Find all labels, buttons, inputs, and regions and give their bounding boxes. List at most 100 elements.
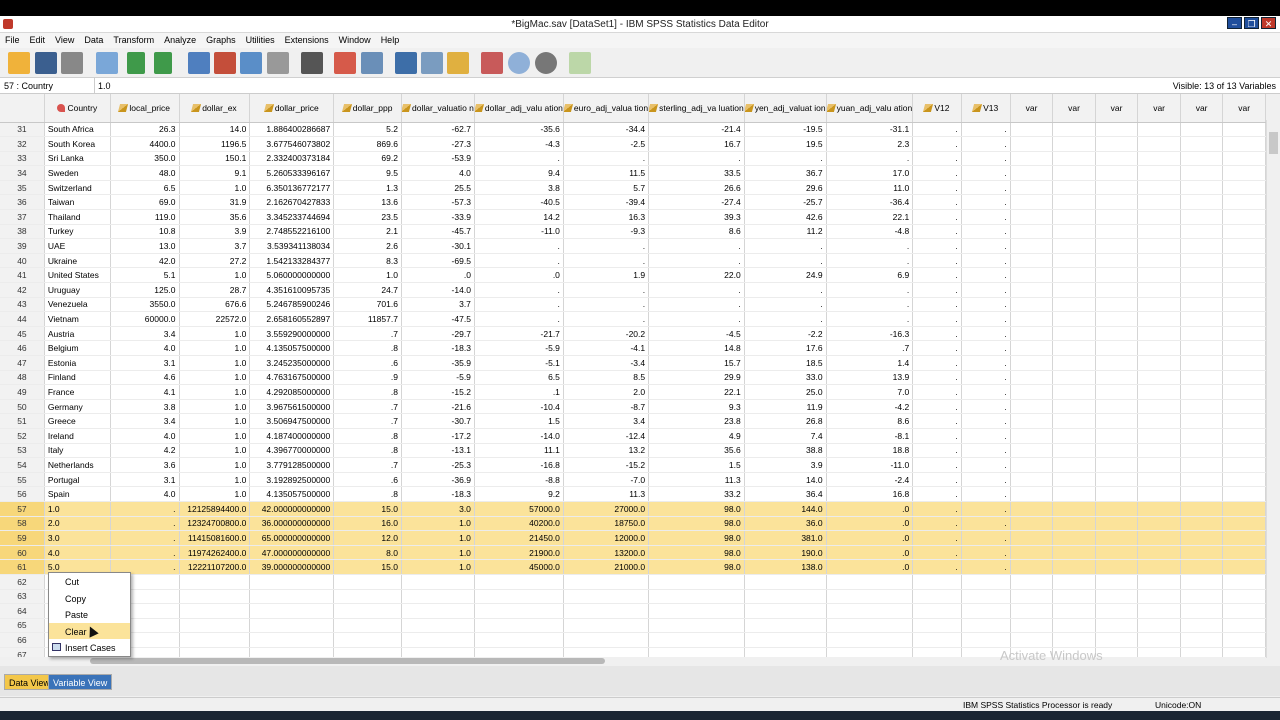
minimize-icon[interactable]: –	[1227, 17, 1242, 29]
data-cell[interactable]: .	[912, 224, 962, 240]
column-header-var[interactable]: var	[1010, 94, 1054, 123]
data-cell[interactable]: -16.8	[474, 457, 564, 473]
data-cell[interactable]	[1180, 632, 1224, 648]
data-cell[interactable]	[1052, 559, 1096, 575]
data-cell[interactable]	[1180, 516, 1224, 532]
data-cell[interactable]	[1010, 603, 1054, 619]
data-cell[interactable]: 4.763167500000	[249, 370, 335, 386]
data-cell[interactable]: Sri Lanka	[44, 151, 111, 167]
data-cell[interactable]: 2.162670427833	[249, 194, 335, 211]
select-cases-icon[interactable]	[447, 52, 469, 74]
data-cell[interactable]	[1095, 632, 1139, 648]
column-header-local-price[interactable]: local_price	[110, 94, 180, 123]
data-cell[interactable]: 1.0	[401, 559, 475, 575]
data-cell[interactable]: 29.9	[648, 370, 745, 386]
data-cell[interactable]: .	[961, 530, 1011, 546]
data-cell[interactable]: -18.3	[401, 340, 475, 356]
data-cell[interactable]: .	[912, 194, 962, 211]
data-cell[interactable]	[1222, 224, 1266, 240]
data-cell[interactable]: 4.351610095735	[249, 282, 335, 298]
data-cell[interactable]: .	[912, 355, 962, 371]
row-number[interactable]: 65	[0, 618, 45, 634]
data-cell[interactable]: .	[961, 136, 1011, 152]
data-cell[interactable]	[1222, 501, 1266, 517]
data-cell[interactable]	[333, 603, 402, 619]
data-cell[interactable]	[744, 603, 827, 619]
data-cell[interactable]	[401, 574, 475, 590]
data-cell[interactable]: .7	[333, 457, 402, 473]
data-cell[interactable]: -4.2	[826, 399, 914, 415]
data-cell[interactable]: .	[961, 559, 1011, 575]
data-cell[interactable]	[1052, 486, 1096, 502]
data-cell[interactable]: 23.8	[648, 413, 745, 429]
table-row[interactable]: 48 Finland 4.6 1.0 4.763167500000.9 -5.9 6.5 8.…	[0, 370, 1266, 386]
data-cell[interactable]: 8.6	[826, 413, 914, 429]
table-row[interactable]: 45 Austria 3.4 1.0 3.559290000000.7 -29.7 -21.…	[0, 326, 1266, 342]
data-cell[interactable]: -69.5	[401, 253, 475, 269]
menu-file[interactable]: File	[0, 33, 25, 47]
data-cell[interactable]: 1.0	[179, 355, 251, 371]
column-header-dollar-adj-valuation[interactable]: dollar_adj_valu ation	[474, 94, 564, 123]
data-cell[interactable]	[1095, 238, 1139, 254]
data-cell[interactable]: -31.1	[826, 122, 914, 138]
data-cell[interactable]: .	[961, 180, 1011, 196]
data-cell[interactable]: -2.5	[563, 136, 650, 152]
data-cell[interactable]	[1052, 428, 1096, 444]
data-cell[interactable]	[1010, 413, 1054, 429]
column-header-v13[interactable]: V13	[961, 94, 1011, 123]
data-cell[interactable]	[1137, 413, 1181, 429]
data-cell[interactable]: 24.7	[333, 282, 402, 298]
data-cell[interactable]	[1010, 253, 1054, 269]
data-cell[interactable]	[1137, 603, 1181, 619]
row-number[interactable]: 51	[0, 413, 45, 429]
data-cell[interactable]	[1052, 165, 1096, 181]
data-cell[interactable]: 98.0	[648, 530, 745, 546]
data-cell[interactable]: 4.135057500000	[249, 340, 335, 356]
data-cell[interactable]	[826, 603, 914, 619]
data-cell[interactable]: Netherlands	[44, 457, 111, 473]
data-cell[interactable]: .	[648, 253, 745, 269]
data-cell[interactable]	[1222, 589, 1266, 605]
weight-cases-icon[interactable]	[421, 52, 443, 74]
data-cell[interactable]: .	[648, 238, 745, 254]
data-cell[interactable]	[1222, 180, 1266, 196]
data-cell[interactable]: 1.0	[401, 530, 475, 546]
data-cell[interactable]	[1137, 194, 1181, 211]
data-cell[interactable]	[1222, 618, 1266, 634]
row-number[interactable]: 38	[0, 224, 45, 240]
data-cell[interactable]	[1222, 136, 1266, 152]
data-cell[interactable]: 40200.0	[474, 516, 564, 532]
row-number[interactable]: 43	[0, 297, 45, 313]
data-cell[interactable]	[1180, 428, 1224, 444]
tab-variable-view[interactable]: Variable View	[48, 674, 113, 690]
data-cell[interactable]: 13.0	[110, 238, 180, 254]
data-cell[interactable]: -33.9	[401, 209, 475, 225]
column-header-yen-adj-valuation[interactable]: yen_adj_valuat ion	[744, 94, 827, 123]
data-cell[interactable]: 33.5	[648, 165, 745, 181]
data-cell[interactable]	[1095, 603, 1139, 619]
data-cell[interactable]	[401, 618, 475, 634]
data-cell[interactable]	[1095, 253, 1139, 269]
data-cell[interactable]: .	[826, 238, 914, 254]
data-cell[interactable]: 150.1	[179, 151, 251, 167]
column-header-euro-adj-valuation[interactable]: euro_adj_valua tion	[563, 94, 650, 123]
data-cell[interactable]	[1180, 472, 1224, 488]
data-cell[interactable]: 3.7	[179, 238, 251, 254]
data-cell[interactable]: 2.0	[563, 384, 650, 400]
data-cell[interactable]: 14.8	[648, 340, 745, 356]
data-cell[interactable]: 22572.0	[179, 311, 251, 327]
row-number[interactable]: 45	[0, 326, 45, 342]
data-cell[interactable]	[1052, 267, 1096, 284]
data-cell[interactable]: -35.9	[401, 355, 475, 371]
data-cell[interactable]: .	[961, 267, 1011, 284]
use-variable-sets-icon[interactable]	[508, 52, 530, 74]
data-cell[interactable]: 9.4	[474, 165, 564, 181]
table-row[interactable]: 41 United States 5.1 1.0 5.060000000000 1.0.0…	[0, 267, 1266, 284]
data-cell[interactable]	[1095, 530, 1139, 546]
data-cell[interactable]: 10.8	[110, 224, 180, 240]
data-cell[interactable]	[1052, 603, 1096, 619]
data-cell[interactable]	[1010, 618, 1054, 634]
data-cell[interactable]	[1095, 457, 1139, 473]
data-cell[interactable]: 12221107200.0	[179, 559, 251, 575]
data-cell[interactable]: .	[961, 413, 1011, 429]
